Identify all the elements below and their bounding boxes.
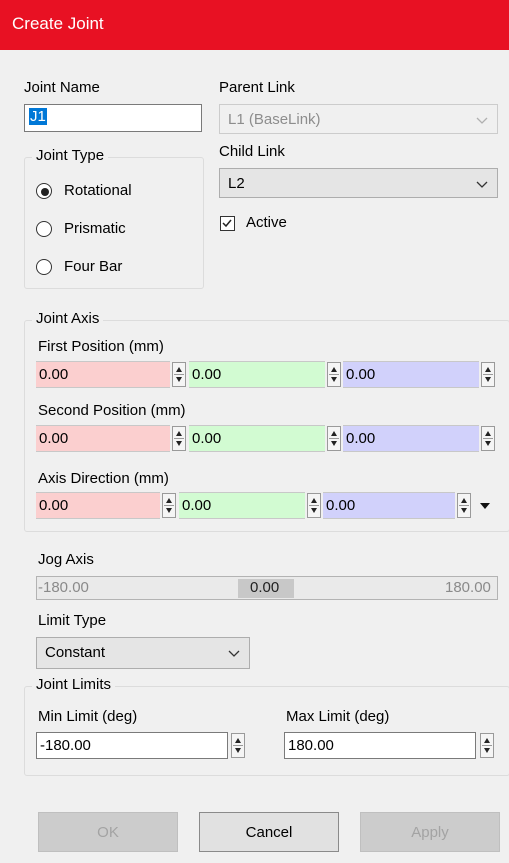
axis-direction-y-input[interactable]: 0.00: [179, 492, 305, 519]
child-link-label: Child Link: [219, 143, 285, 160]
ok-button[interactable]: OK: [38, 812, 178, 852]
axis-direction-y-spinner[interactable]: [307, 493, 321, 518]
joint-name-value: J1: [29, 108, 47, 125]
joint-limits-group: [24, 686, 509, 776]
child-link-select[interactable]: L2: [219, 168, 498, 198]
child-link-value: L2: [228, 175, 245, 192]
radio-four-bar-label: Four Bar: [64, 258, 123, 275]
min-limit-input[interactable]: -180.00: [36, 732, 228, 759]
first-position-y-spinner[interactable]: [327, 362, 341, 387]
min-limit-spinner[interactable]: [231, 733, 245, 758]
first-position-z-input[interactable]: 0.00: [343, 361, 479, 388]
second-position-label: Second Position (mm): [38, 402, 186, 419]
second-position-z-input[interactable]: 0.00: [343, 425, 479, 452]
min-limit-label: Min Limit (deg): [38, 708, 138, 725]
max-limit-label: Max Limit (deg): [286, 708, 390, 725]
jog-axis-value: 0.00: [250, 579, 280, 596]
parent-link-select[interactable]: L1 (BaseLink): [219, 104, 498, 134]
window-title: Create Joint: [12, 14, 104, 33]
joint-name-input[interactable]: J1: [24, 104, 202, 132]
first-position-z-spinner[interactable]: [481, 362, 495, 387]
max-limit-spinner[interactable]: [480, 733, 494, 758]
active-checkbox[interactable]: [220, 216, 235, 231]
limit-type-select[interactable]: Constant: [36, 637, 250, 669]
jog-axis-min: -180.00: [38, 579, 89, 596]
parent-link-label: Parent Link: [219, 79, 295, 96]
first-position-y-input[interactable]: 0.00: [189, 361, 325, 388]
second-position-x-input[interactable]: 0.00: [36, 425, 170, 452]
axis-direction-x-input[interactable]: 0.00: [36, 492, 160, 519]
axis-direction-x-spinner[interactable]: [162, 493, 176, 518]
limit-type-label: Limit Type: [38, 612, 107, 629]
second-position-y-spinner[interactable]: [327, 426, 341, 451]
title-bar: Create Joint: [0, 0, 509, 50]
radio-rotational-label: Rotational: [64, 182, 132, 199]
first-position-x-input[interactable]: 0.00: [36, 361, 170, 388]
joint-axis-title: Joint Axis: [32, 310, 104, 327]
axis-direction-label: Axis Direction (mm): [38, 470, 169, 487]
joint-type-title: Joint Type: [32, 147, 109, 164]
axis-direction-z-spinner[interactable]: [457, 493, 471, 518]
max-limit-input[interactable]: 180.00: [284, 732, 476, 759]
active-label: Active: [246, 214, 287, 231]
joint-limits-title: Joint Limits: [32, 676, 116, 693]
chevron-down-icon: [476, 117, 488, 124]
apply-button[interactable]: Apply: [360, 812, 500, 852]
jog-axis-max: 180.00: [445, 579, 491, 596]
second-position-y-input[interactable]: 0.00: [189, 425, 325, 452]
checkmark-icon: [222, 219, 232, 228]
axis-direction-dropdown-icon[interactable]: [478, 500, 492, 512]
limit-type-value: Constant: [45, 644, 106, 661]
chevron-down-icon: [476, 181, 488, 188]
first-position-label: First Position (mm): [38, 338, 164, 355]
second-position-x-spinner[interactable]: [172, 426, 186, 451]
parent-link-value: L1 (BaseLink): [228, 111, 321, 128]
first-position-x-spinner[interactable]: [172, 362, 186, 387]
joint-name-label: Joint Name: [24, 79, 100, 96]
second-position-z-spinner[interactable]: [481, 426, 495, 451]
radio-selected-dot: [41, 188, 49, 196]
cancel-button[interactable]: Cancel: [199, 812, 339, 852]
radio-prismatic-label: Prismatic: [64, 220, 126, 237]
jog-axis-label: Jog Axis: [38, 551, 94, 568]
axis-direction-z-input[interactable]: 0.00: [323, 492, 455, 519]
chevron-down-icon: [228, 650, 240, 657]
